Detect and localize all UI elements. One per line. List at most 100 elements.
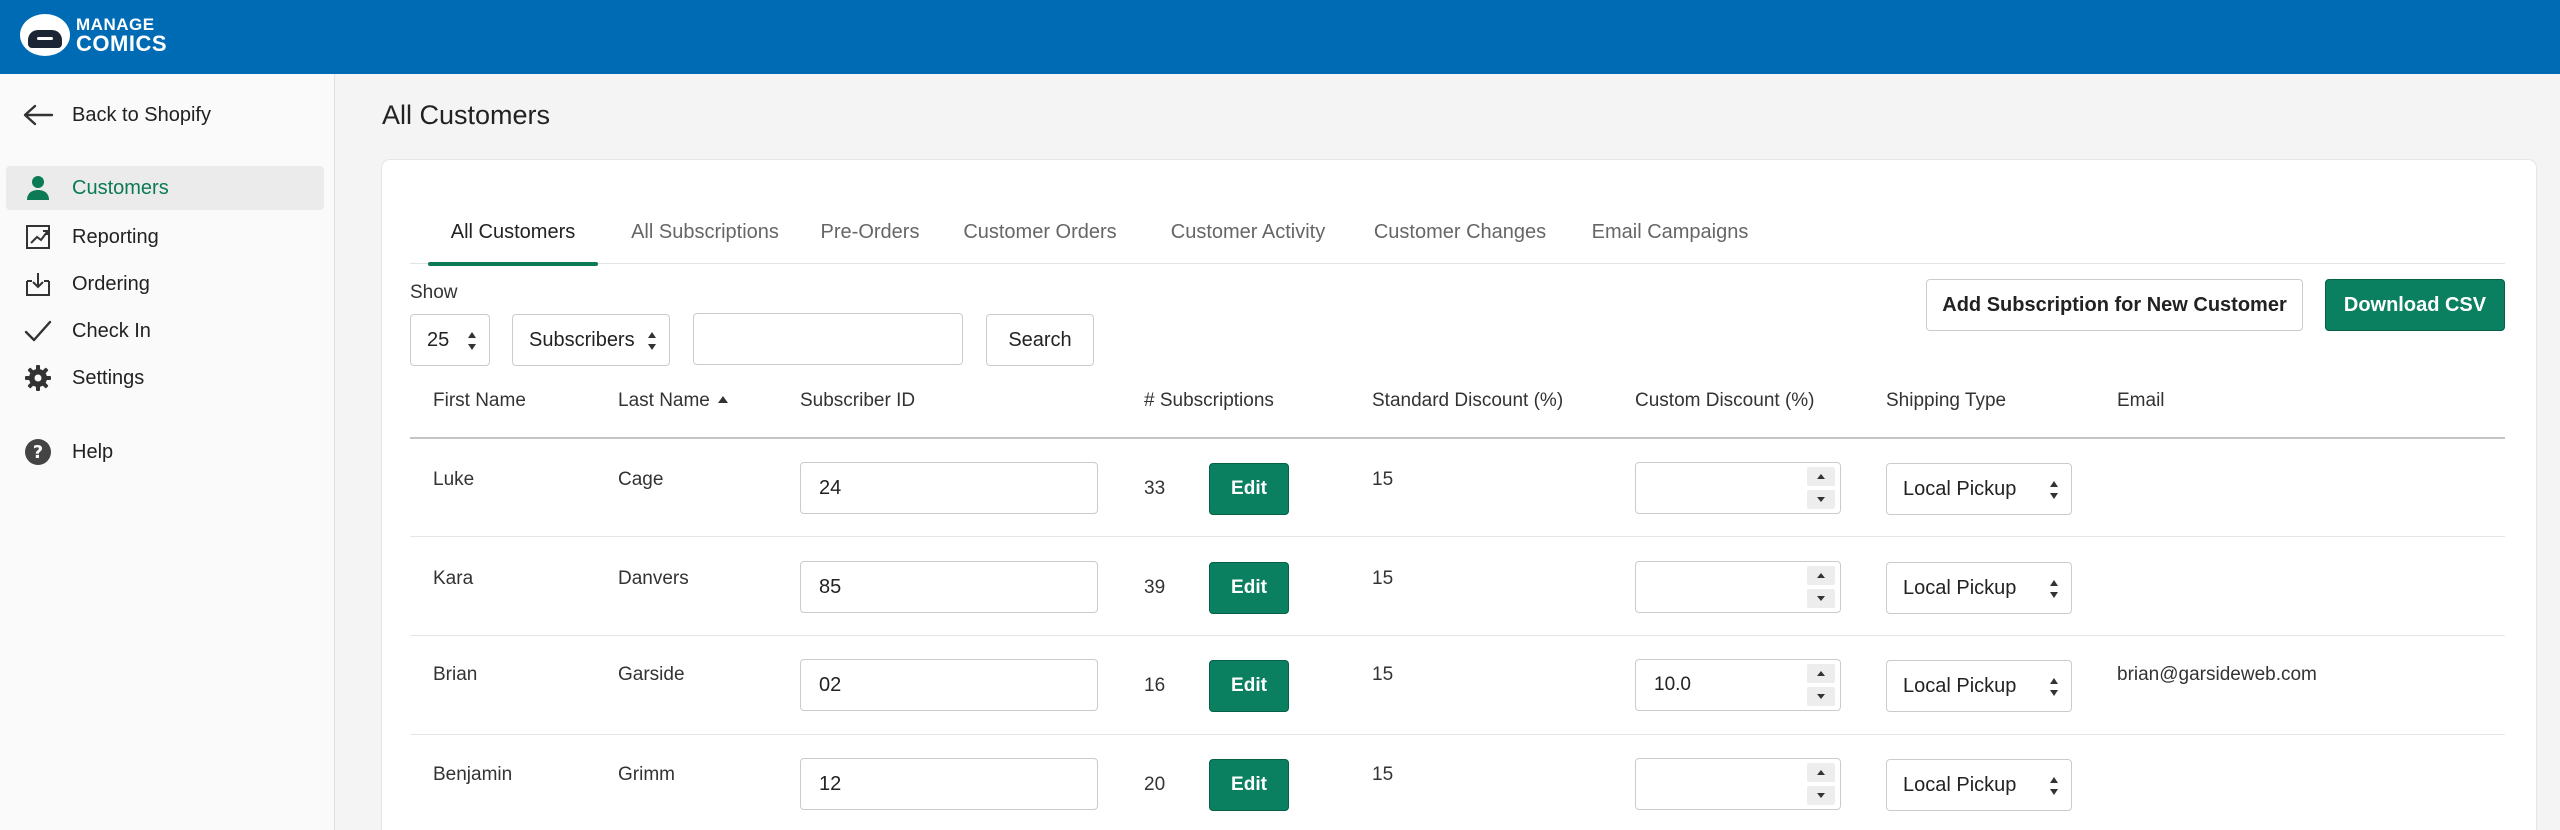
column-header-email[interactable]: Email (2117, 390, 2165, 412)
sidebar-item-settings[interactable]: Settings (6, 356, 324, 400)
table-row: Luke Cage 33 Edit 15 Local Pickup (410, 439, 2505, 537)
standard-discount-cell: 15 (1372, 469, 1394, 490)
subscriptions-count: 33 (1144, 478, 1166, 499)
ordering-icon (20, 266, 56, 302)
first-name-cell: Luke (433, 469, 475, 490)
edit-button[interactable]: Edit (1209, 463, 1289, 515)
search-input[interactable] (693, 313, 963, 365)
top-bar: MANAGE COMICS (0, 0, 2560, 74)
tab-all-subscriptions[interactable]: All Subscriptions (620, 200, 790, 264)
brand-line-1: MANAGE (76, 14, 155, 34)
subscriber-id-input[interactable] (800, 758, 1098, 810)
email-cell[interactable]: brian@garsideweb.com (2117, 664, 2317, 686)
spin-up-icon[interactable] (1807, 566, 1835, 585)
subscriptions-count: 39 (1144, 577, 1166, 598)
edit-button[interactable]: Edit (1209, 660, 1289, 712)
subscriptions-count: 16 (1144, 675, 1166, 696)
subscriber-id-input[interactable] (800, 462, 1098, 514)
shipping-type-value: Local Pickup (1903, 477, 2017, 500)
custom-discount-input[interactable]: 10.0 (1635, 659, 1841, 711)
back-to-shopify-link[interactable]: Back to Shopify (6, 93, 324, 137)
edit-button[interactable]: Edit (1209, 562, 1289, 614)
shipping-type-value: Local Pickup (1903, 576, 2017, 599)
custom-discount-input[interactable] (1635, 758, 1841, 810)
reporting-icon (20, 219, 56, 255)
sort-ascending-icon[interactable] (718, 396, 728, 403)
help-label: Help (72, 440, 114, 463)
back-to-shopify-label: Back to Shopify (72, 103, 211, 126)
shipping-type-value: Local Pickup (1903, 773, 2017, 796)
shipping-type-select[interactable]: Local Pickup (1886, 660, 2072, 712)
page-size-select[interactable]: 25 (410, 314, 490, 366)
subscriber-id-input[interactable] (800, 659, 1098, 711)
table-row: Kara Danvers 39 Edit 15 Local Pickup (410, 538, 2505, 636)
download-csv-button[interactable]: Download CSV (2325, 279, 2505, 331)
arrow-left-icon (20, 97, 56, 133)
custom-discount-input[interactable] (1635, 462, 1841, 514)
sidebar-item-reporting[interactable]: Reporting (6, 215, 324, 259)
tab-customer-changes[interactable]: Customer Changes (1365, 200, 1555, 264)
table-row: Brian Garside 16 Edit 15 10.0 Local Pick… (410, 637, 2505, 735)
column-header-custom-discount[interactable]: Custom Discount (%) (1635, 390, 1815, 412)
tab-customer-orders[interactable]: Customer Orders (952, 200, 1128, 264)
page-size-value: 25 (427, 328, 450, 351)
page-title: All Customers (382, 100, 551, 130)
column-header-subscriber-id[interactable]: Subscriber ID (800, 390, 915, 412)
select-caret-icon (647, 332, 657, 350)
sidebar-item-label: Settings (72, 366, 145, 389)
shipping-type-select[interactable]: Local Pickup (1886, 759, 2072, 811)
last-name-cell: Garside (618, 664, 685, 685)
help-icon: ? (20, 434, 56, 470)
spin-down-icon[interactable] (1807, 589, 1835, 608)
select-caret-icon (2049, 777, 2059, 795)
edit-button[interactable]: Edit (1209, 759, 1289, 811)
custom-discount-input[interactable] (1635, 561, 1841, 613)
brand-wordmark: MANAGE COMICS (76, 16, 167, 55)
spin-up-icon[interactable] (1807, 467, 1835, 486)
shipping-type-value: Local Pickup (1903, 674, 2017, 697)
column-header-last-name[interactable]: Last Name (618, 390, 710, 412)
first-name-cell: Kara (433, 568, 474, 589)
tab-customer-activity[interactable]: Customer Activity (1158, 200, 1338, 264)
sidebar-item-label: Reporting (72, 225, 159, 248)
search-button[interactable]: Search (986, 314, 1094, 366)
sidebar-item-customers[interactable]: Customers (6, 166, 324, 210)
column-header-subscriptions[interactable]: # Subscriptions (1144, 390, 1274, 412)
select-caret-icon (2049, 580, 2059, 598)
spin-down-icon[interactable] (1807, 786, 1835, 805)
tab-email-campaigns[interactable]: Email Campaigns (1580, 200, 1760, 264)
sidebar-item-check-in[interactable]: Check In (6, 309, 324, 353)
tab-bar: All Customers All Subscriptions Pre-Orde… (410, 200, 2505, 266)
add-subscription-button[interactable]: Add Subscription for New Customer (1926, 279, 2303, 331)
show-label: Show (410, 282, 458, 303)
tab-all-customers[interactable]: All Customers (428, 200, 598, 266)
first-name-cell: Brian (433, 664, 478, 685)
sidebar-item-label: Customers (72, 176, 169, 199)
column-header-standard-discount[interactable]: Standard Discount (%) (1372, 390, 1563, 412)
standard-discount-cell: 15 (1372, 764, 1394, 785)
select-caret-icon (2049, 481, 2059, 499)
svg-text:?: ? (33, 442, 43, 463)
subscriber-id-input[interactable] (800, 561, 1098, 613)
spin-up-icon[interactable] (1807, 763, 1835, 782)
brand-logo[interactable]: MANAGE COMICS (20, 14, 167, 56)
tab-pre-orders[interactable]: Pre-Orders (815, 200, 925, 264)
sidebar-item-label: Check In (72, 319, 151, 342)
custom-discount-value: 10.0 (1654, 674, 1691, 695)
shipping-type-select[interactable]: Local Pickup (1886, 463, 2072, 515)
brand-line-2: COMICS (76, 30, 167, 56)
select-caret-icon (467, 332, 477, 350)
customer-filter-select[interactable]: Subscribers (512, 314, 670, 366)
spin-down-icon[interactable] (1807, 687, 1835, 706)
person-icon (20, 170, 56, 206)
last-name-cell: Cage (618, 469, 664, 490)
spin-up-icon[interactable] (1807, 664, 1835, 683)
column-header-first-name[interactable]: First Name (433, 390, 526, 412)
sidebar-item-ordering[interactable]: Ordering (6, 262, 324, 306)
sidebar-item-label: Ordering (72, 272, 150, 295)
shipping-type-select[interactable]: Local Pickup (1886, 562, 2072, 614)
column-header-shipping-type[interactable]: Shipping Type (1886, 390, 2006, 412)
sidebar-item-help[interactable]: ? Help (6, 430, 324, 474)
spin-down-icon[interactable] (1807, 490, 1835, 509)
gear-icon (20, 360, 56, 396)
